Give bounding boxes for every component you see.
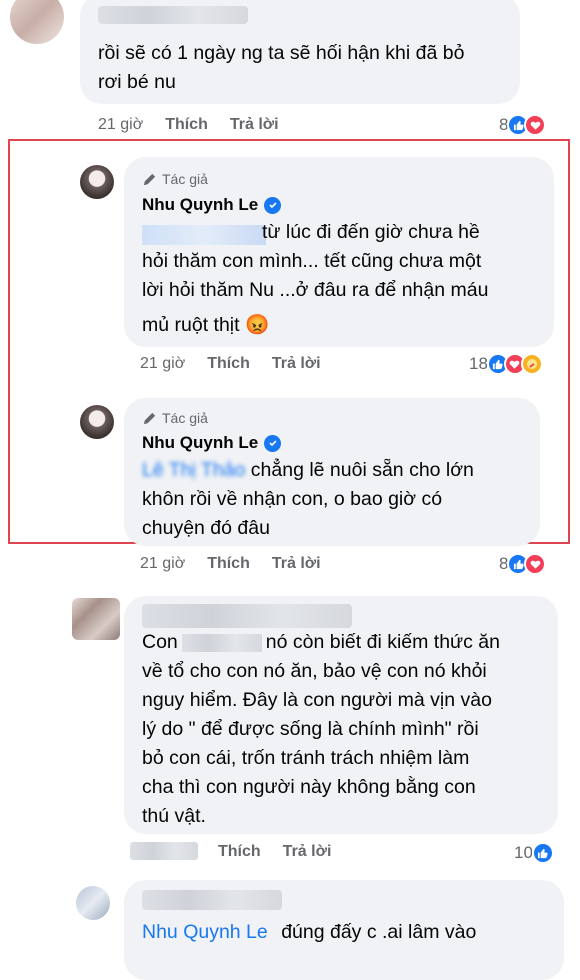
comment-text: thú vật. [142, 805, 206, 827]
avatar[interactable] [80, 405, 114, 439]
comment-text: nguy hiểm. Đây là con người mà vịn vào [142, 689, 492, 711]
commenter-name[interactable]: Nhu Quynh Le [142, 433, 282, 453]
comment-text: mủ ruột thịt 😡 [142, 314, 270, 336]
comment-time[interactable]: 21 giờ [98, 116, 143, 134]
comment-text: khôn rồi về nhận con, o bao giờ có [142, 488, 443, 510]
comment-text: cha thì con người này không bằng con [142, 776, 476, 798]
care-icon [520, 353, 543, 375]
like-button[interactable]: Thích [207, 555, 250, 573]
like-button[interactable]: Thích [207, 355, 250, 373]
reply-button[interactable]: Trả lời [230, 116, 279, 134]
comment-text: về tổ cho con nó ăn, bảo vệ con nó khỏi [142, 660, 487, 682]
avatar[interactable] [72, 598, 120, 640]
comment-text: bỏ con cái, trốn tránh trách nhiệm làm [142, 747, 470, 769]
blurred-mention [142, 225, 266, 245]
comment-text: lý do " để được sống là chính mình" rồi [142, 718, 479, 740]
like-button[interactable]: Thích [218, 843, 261, 861]
comment-actions: 21 giờ Thích Trả lời [98, 116, 279, 134]
avatar[interactable] [10, 0, 64, 44]
comment-text: rơi bé nu [98, 71, 176, 93]
comment-text: hỏi thăm con mình... tết cũng chưa một [142, 250, 482, 272]
love-icon [524, 114, 547, 136]
comment-actions: Thích Trả lời [218, 843, 331, 861]
blurred-name [142, 890, 282, 910]
avatar[interactable] [76, 886, 110, 920]
comment-bubble: rồi sẽ có 1 ngày ng ta sẽ hối hận khi đã… [80, 0, 520, 104]
comment-bubble: Tác giả Nhu Quynh Le từ lúc đi đến giờ c… [124, 157, 554, 347]
reply-button[interactable]: Trả lời [283, 843, 332, 861]
comment-text: đúng đấy c .ai lâm vào [281, 921, 477, 943]
verified-icon [264, 196, 282, 214]
avatar[interactable] [80, 165, 114, 199]
reaction-summary[interactable]: 18 [469, 353, 543, 375]
love-icon [524, 553, 547, 575]
reaction-summary[interactable]: 10 [514, 842, 554, 864]
comment-bubble: Con nó còn biết đi kiếm thức ăn về tổ cho… [124, 596, 558, 834]
commenter-name[interactable]: Nhu Quynh Le [142, 195, 282, 215]
comment-bubble: Nhu Quynh Le đúng đấy c .ai lâm vào [124, 880, 564, 980]
verified-icon [264, 434, 282, 452]
author-badge: Tác giả [142, 171, 208, 187]
comment-text: chẳng lẽ nuôi sẵn cho lớn [250, 459, 474, 481]
reaction-count: 18 [469, 354, 488, 373]
reaction-summary[interactable]: 8 [499, 553, 547, 575]
comment-text: Con [142, 631, 178, 653]
comment-actions: 21 giờ Thích Trả lời [140, 355, 321, 373]
comment-text: lời hỏi thăm Nu ...ở đâu ra để nhận máu [142, 279, 489, 301]
reaction-count: 10 [514, 843, 533, 862]
comment-bubble: Tác giả Nhu Quynh Le Lê Thị Thảo chẳng l… [124, 398, 540, 546]
mention-link[interactable]: Lê Thị Thảo [142, 459, 245, 481]
pencil-icon [143, 412, 156, 424]
like-button[interactable]: Thích [165, 116, 208, 134]
mention-link[interactable]: Nhu Quynh Le [142, 921, 268, 943]
comment-time[interactable]: 21 giờ [140, 555, 185, 573]
comment-text: nó còn biết đi kiếm thức ăn [265, 631, 500, 653]
comment-text: rồi sẽ có 1 ngày ng ta sẽ hối hận khi đã… [98, 42, 465, 64]
blurred-name [98, 6, 248, 24]
comment-time[interactable]: 21 giờ [140, 355, 185, 373]
comment-actions: 21 giờ Thích Trả lời [140, 555, 321, 573]
comment-text: từ lúc đi đến giờ chưa hề [262, 221, 480, 243]
pencil-icon [143, 173, 156, 185]
blurred-name [142, 604, 352, 628]
reaction-summary[interactable]: 8 [499, 114, 547, 136]
blurred-time [130, 842, 198, 860]
reply-button[interactable]: Trả lời [272, 355, 321, 373]
reply-button[interactable]: Trả lời [272, 555, 321, 573]
blurred-word [181, 633, 262, 652]
like-icon [531, 842, 554, 864]
comment-text: chuyện đó đâu [142, 517, 270, 539]
author-badge: Tác giả [142, 410, 208, 426]
